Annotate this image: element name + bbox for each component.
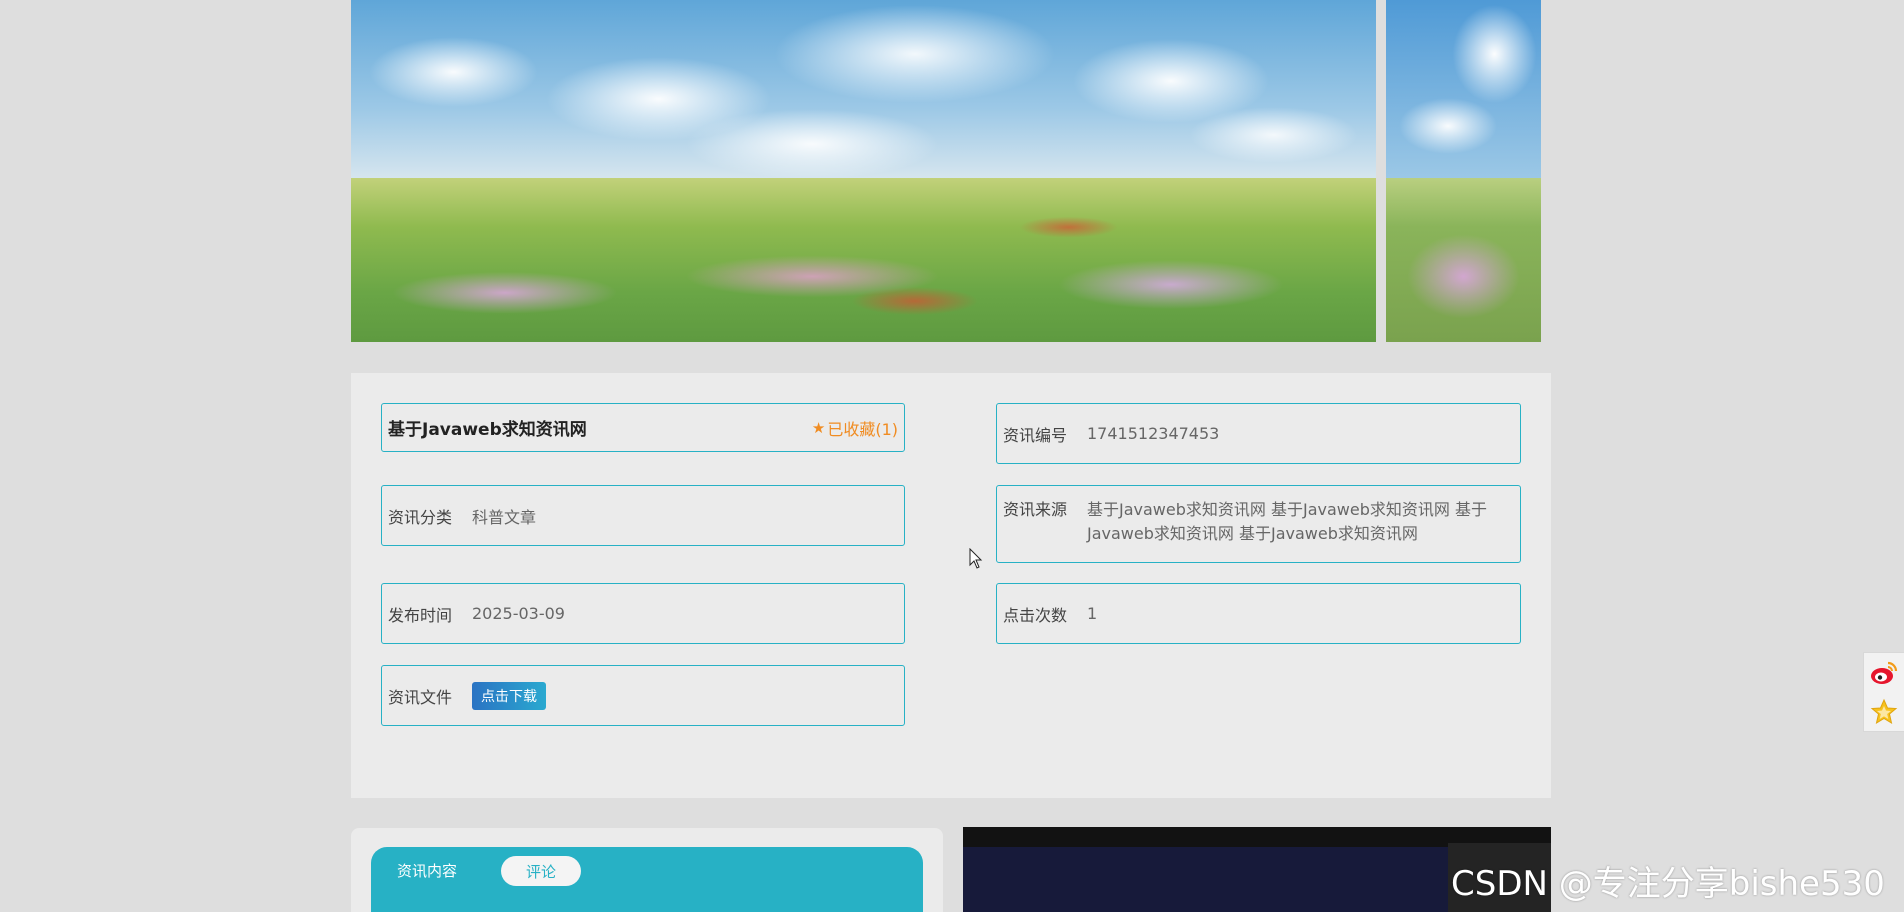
tab-bar: 资讯内容 评论 <box>371 847 923 912</box>
news-file-field: 资讯文件 点击下载 <box>381 665 905 726</box>
click-count-label: 点击次数 <box>1003 605 1068 625</box>
news-title: 基于Javaweb求知资讯网 <box>388 420 587 440</box>
tab-content[interactable]: 资讯内容 <box>397 860 457 881</box>
news-source-label: 资讯来源 <box>1003 500 1068 519</box>
news-number-field: 资讯编号 1741512347453 <box>996 403 1521 464</box>
news-category-field: 资讯分类 科普文章 <box>381 485 905 546</box>
star-icon[interactable] <box>1869 697 1899 727</box>
news-source-field: 资讯来源 基于Javaweb求知资讯网 基于Javaweb求知资讯网 基于Jav… <box>996 485 1521 563</box>
banner-sky <box>1386 0 1541 180</box>
news-file-label: 资讯文件 <box>388 687 453 707</box>
watermark: CSDN @专注分享bishe530 <box>1451 864 1885 904</box>
publish-time-label: 发布时间 <box>388 605 453 625</box>
click-count-value: 1 <box>1087 604 1098 623</box>
favorite-button[interactable]: ★ 已收藏(1) <box>812 416 898 440</box>
banner-image-main[interactable] <box>351 0 1376 342</box>
publish-time-field: 发布时间 2025-03-09 <box>381 583 905 644</box>
share-bar <box>1863 652 1904 732</box>
mouse-cursor-icon <box>969 548 983 569</box>
banner-flower-field <box>1386 178 1541 342</box>
news-source-value: 基于Javaweb求知资讯网 基于Javaweb求知资讯网 基于Javaweb求… <box>1087 500 1487 543</box>
news-detail-panel: 基于Javaweb求知资讯网 ★ 已收藏(1) 资讯编号 17415123474… <box>351 373 1551 798</box>
banner-flower-field <box>351 178 1376 342</box>
banner-sky <box>351 0 1376 180</box>
star-icon: ★ <box>811 418 826 437</box>
weibo-icon[interactable] <box>1869 658 1899 688</box>
news-number-label: 资讯编号 <box>1003 425 1068 445</box>
news-category-value: 科普文章 <box>472 507 537 527</box>
download-button[interactable]: 点击下载 <box>472 681 546 710</box>
news-category-label: 资讯分类 <box>388 507 453 527</box>
favorite-label: 已收藏(1) <box>827 419 898 439</box>
publish-time-value: 2025-03-09 <box>472 604 565 623</box>
news-number-value: 1741512347453 <box>1087 424 1220 443</box>
banner-image-next[interactable] <box>1386 0 1541 342</box>
click-count-field: 点击次数 1 <box>996 583 1521 644</box>
news-title-box: 基于Javaweb求知资讯网 ★ 已收藏(1) <box>381 403 905 452</box>
content-card: 资讯内容 评论 <box>351 828 943 912</box>
tab-comments[interactable]: 评论 <box>501 856 581 886</box>
